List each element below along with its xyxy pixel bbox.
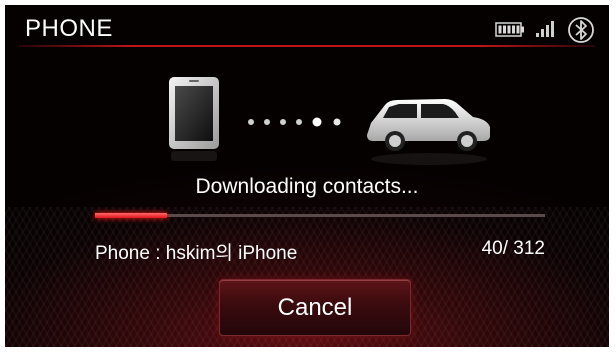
- header-divider: [19, 45, 595, 47]
- phone-icon: [169, 77, 219, 161]
- contact-count: 40/ 312: [481, 238, 545, 259]
- car-icon: [367, 99, 490, 165]
- cancel-button[interactable]: Cancel: [219, 279, 411, 336]
- bluetooth-icon: [568, 17, 594, 43]
- download-status-text: Downloading contacts...: [195, 175, 419, 198]
- battery-icon: [495, 22, 524, 37]
- dots-progress-icon: [248, 117, 341, 127]
- page-title: PHONE: [25, 15, 113, 42]
- signal-icon: [536, 21, 554, 37]
- device-name-label: Phone : hskim의 iPhone: [95, 243, 298, 264]
- phone-download-screen: PHONE Downloading contacts... Phone: hs…: [5, 5, 609, 347]
- download-progress-fill: [95, 213, 167, 218]
- download-progress-bar: [95, 213, 545, 218]
